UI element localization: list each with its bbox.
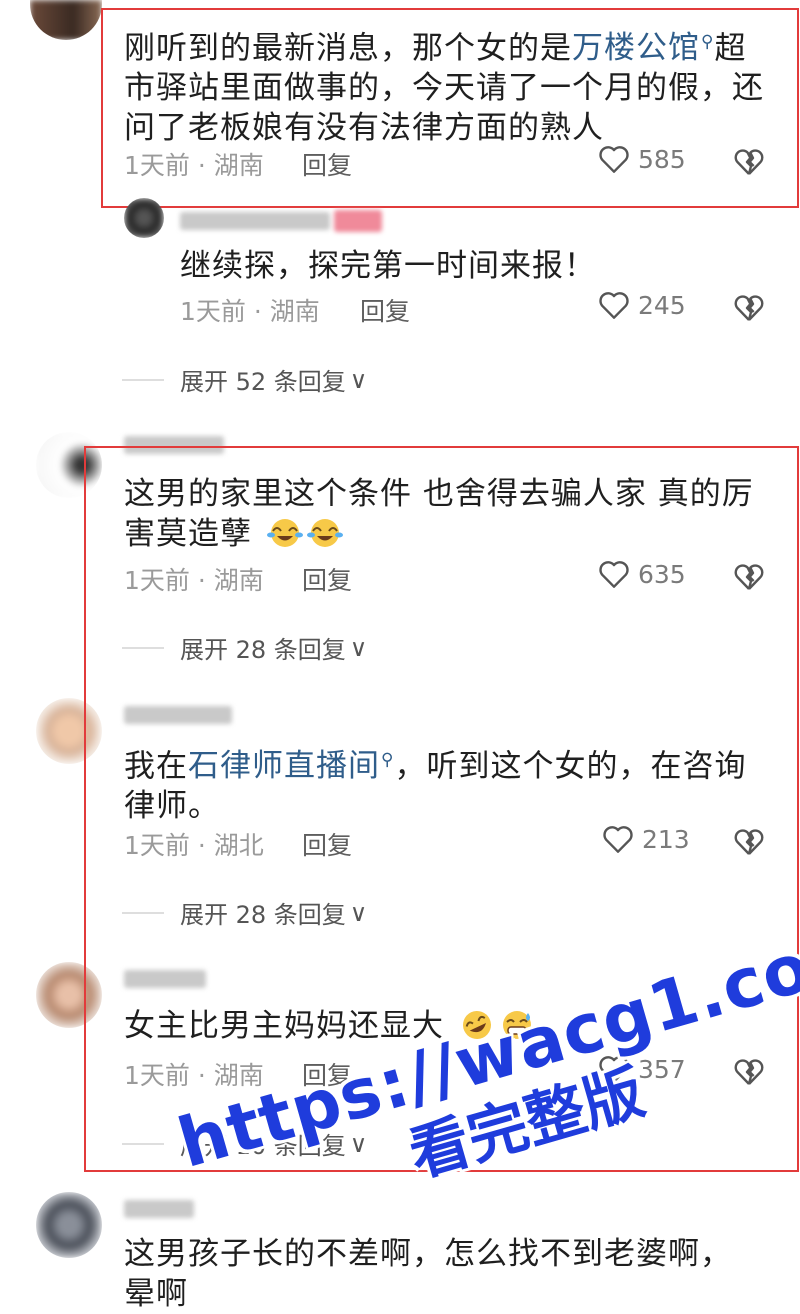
like-button[interactable]: 245 [598,290,686,320]
avatar[interactable] [124,198,164,238]
reply-button[interactable]: 回复 [360,292,410,328]
highlight-box [101,8,799,208]
chevron-down-icon: ∨ [349,365,368,394]
like-count: 245 [638,290,686,320]
comment-meta: 1天前 · 湖南 [180,297,320,326]
dislike-icon[interactable] [733,292,765,324]
expand-replies-button[interactable]: 展开 52 条回复 ∨ [122,362,367,397]
username[interactable] [180,212,330,230]
username[interactable] [124,1200,194,1218]
avatar[interactable] [30,0,102,40]
comment-text: 继续探，探完第一时间来报！ [180,248,596,284]
avatar[interactable] [36,1192,102,1258]
comment-text: 这男孩子长的不差啊，怎么找不到老婆啊，晕啊 [124,1236,732,1312]
author-badge [334,210,382,232]
heart-icon [599,292,629,319]
